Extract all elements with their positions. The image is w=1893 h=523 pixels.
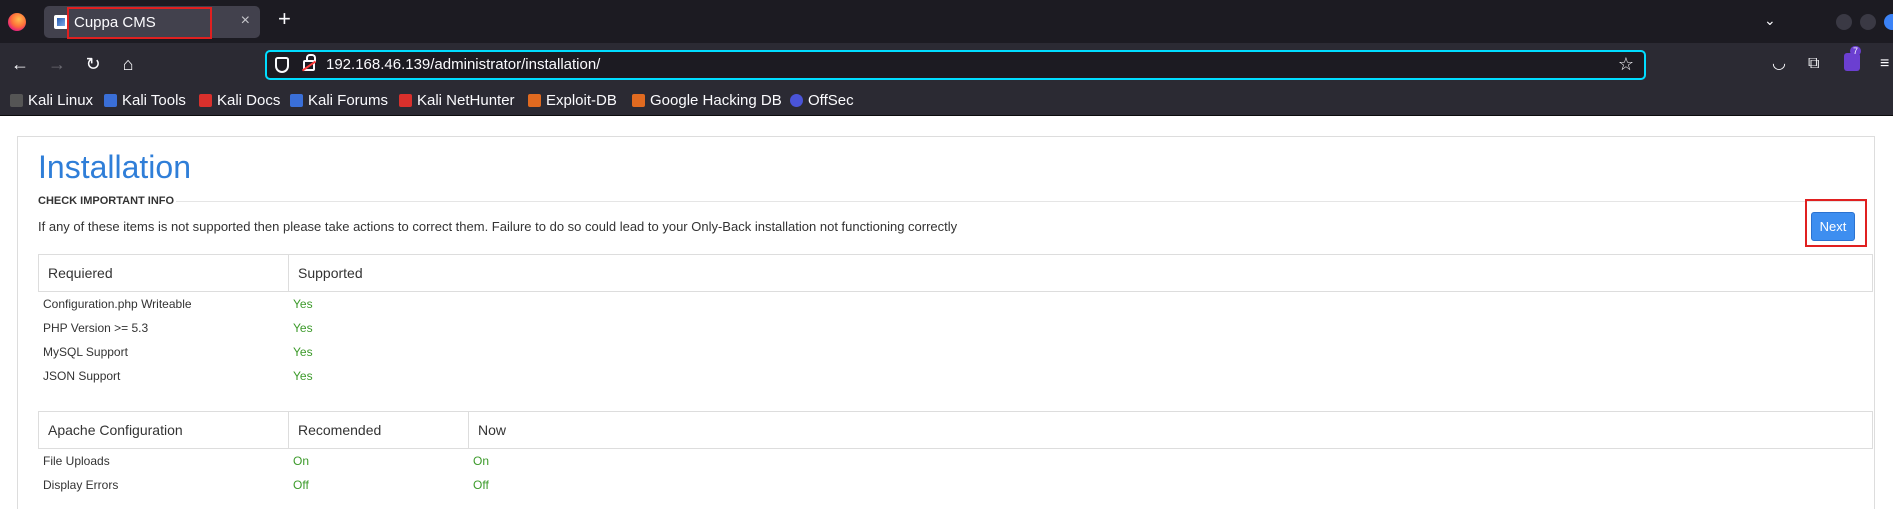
- maximize-icon[interactable]: [1860, 14, 1876, 30]
- kali-forums-icon: [290, 94, 303, 107]
- requirement-status: Yes: [293, 345, 313, 359]
- minimize-icon[interactable]: [1836, 14, 1852, 30]
- next-button[interactable]: Next: [1811, 212, 1855, 241]
- bookmark-label: Exploit-DB: [546, 92, 617, 109]
- bookmark-exploit-db[interactable]: Exploit-DB: [528, 92, 617, 109]
- tab-cuppa-cms[interactable]: Cuppa CMS ×: [44, 6, 260, 39]
- cuppa-favicon-icon: [54, 15, 68, 29]
- bookmark-kali-forums[interactable]: Kali Forums: [290, 92, 388, 109]
- table-row: JSON Support Yes: [38, 365, 1873, 387]
- extension-badge: 7: [1850, 46, 1862, 56]
- new-tab-button[interactable]: +: [278, 8, 291, 30]
- bookmark-star-icon[interactable]: ☆: [1618, 54, 1634, 75]
- requirement-status: Yes: [293, 297, 313, 311]
- apache-table-header: Apache Configuration Recomended Now: [38, 411, 1873, 449]
- bookmark-kali-docs[interactable]: Kali Docs: [199, 92, 280, 109]
- column-header-recommended: Recomended: [289, 412, 469, 448]
- apache-current-value: On: [473, 454, 490, 468]
- tab-bar: Cuppa CMS × + ⌄: [0, 0, 1893, 43]
- kali-docs-icon: [199, 94, 212, 107]
- section-heading: CHECK IMPORTANT INFO: [38, 195, 175, 207]
- column-header-now: Now: [478, 422, 507, 438]
- bookmark-kali-linux[interactable]: Kali Linux: [10, 92, 93, 109]
- page-title: Installation: [38, 149, 191, 185]
- column-header-required: Requiered: [39, 255, 289, 291]
- url-bar[interactable]: 192.168.46.139/administrator/installatio…: [265, 50, 1646, 80]
- bookmark-offsec[interactable]: OffSec: [790, 92, 854, 109]
- requirement-name: MySQL Support: [43, 345, 128, 359]
- bookmark-label: Kali Docs: [217, 92, 281, 109]
- column-header-apache-configuration: Apache Configuration: [39, 412, 289, 448]
- reload-button[interactable]: ↻: [81, 53, 105, 75]
- firefox-logo-icon: [8, 13, 26, 31]
- navigation-bar: ← → ↻ ⌂ 192.168.46.139/administrator/ins…: [0, 43, 1893, 86]
- column-header-supported: Supported: [298, 265, 363, 281]
- insecure-lock-icon[interactable]: [303, 54, 316, 71]
- forward-button[interactable]: →: [45, 53, 69, 75]
- offsec-icon: [790, 94, 803, 107]
- bookmark-label: OffSec: [808, 92, 854, 109]
- tab-title-highlight: [67, 7, 212, 39]
- requirements-table-header: Requiered Supported: [38, 254, 1873, 292]
- table-row: Display Errors Off Off: [38, 474, 1873, 496]
- bookmark-label: Kali Forums: [308, 92, 389, 109]
- bookmark-label: Kali Tools: [122, 92, 186, 109]
- requirement-status: Yes: [293, 369, 313, 383]
- apache-setting-name: File Uploads: [43, 454, 110, 468]
- requirement-name: Configuration.php Writeable: [43, 297, 192, 311]
- section-divider: [176, 201, 1866, 202]
- table-row: Configuration.php Writeable Yes: [38, 293, 1873, 315]
- menu-icon[interactable]: ≡: [1880, 53, 1889, 75]
- bookmarks-bar: Kali Linux Kali Tools Kali Docs Kali For…: [0, 86, 1893, 116]
- installation-panel: Installation CHECK IMPORTANT INFO If any…: [17, 136, 1875, 509]
- google-hacking-db-icon: [632, 94, 645, 107]
- home-button[interactable]: ⌂: [116, 53, 140, 75]
- close-window-icon[interactable]: [1884, 14, 1893, 30]
- bookmark-label: Kali Linux: [28, 92, 94, 109]
- apache-setting-name: Display Errors: [43, 478, 119, 492]
- apache-recommended-value: Off: [293, 478, 309, 492]
- bookmark-label: Kali NetHunter: [417, 92, 515, 109]
- apache-recommended-value: On: [293, 454, 310, 468]
- table-row: File Uploads On On: [38, 450, 1873, 472]
- tracking-protection-shield-icon[interactable]: [275, 57, 289, 73]
- apache-current-value: Off: [473, 478, 489, 492]
- bookmark-google-hacking-db[interactable]: Google Hacking DB: [632, 92, 782, 109]
- requirement-status: Yes: [293, 321, 313, 335]
- table-row: MySQL Support Yes: [38, 341, 1873, 363]
- close-tab-icon[interactable]: ×: [241, 12, 250, 30]
- requirement-name: PHP Version >= 5.3: [43, 321, 149, 335]
- bookmark-label: Google Hacking DB: [650, 92, 782, 109]
- table-row: PHP Version >= 5.3 Yes: [38, 317, 1873, 339]
- url-input[interactable]: 192.168.46.139/administrator/installatio…: [326, 56, 600, 73]
- exploit-db-icon: [528, 94, 541, 107]
- requirement-name: JSON Support: [43, 369, 121, 383]
- tab-list-chevron-icon[interactable]: ⌄: [1764, 12, 1776, 29]
- kali-nethunter-icon: [399, 94, 412, 107]
- kali-dragon-icon: [10, 94, 23, 107]
- description-text: If any of these items is not supported t…: [38, 219, 958, 234]
- bookmark-kali-tools[interactable]: Kali Tools: [104, 92, 186, 109]
- pocket-icon[interactable]: ◡: [1772, 53, 1786, 75]
- back-button[interactable]: ←: [8, 53, 32, 75]
- extensions-icon[interactable]: ⧉: [1808, 53, 1819, 75]
- kali-tools-icon: [104, 94, 117, 107]
- bookmark-kali-nethunter[interactable]: Kali NetHunter: [399, 92, 515, 109]
